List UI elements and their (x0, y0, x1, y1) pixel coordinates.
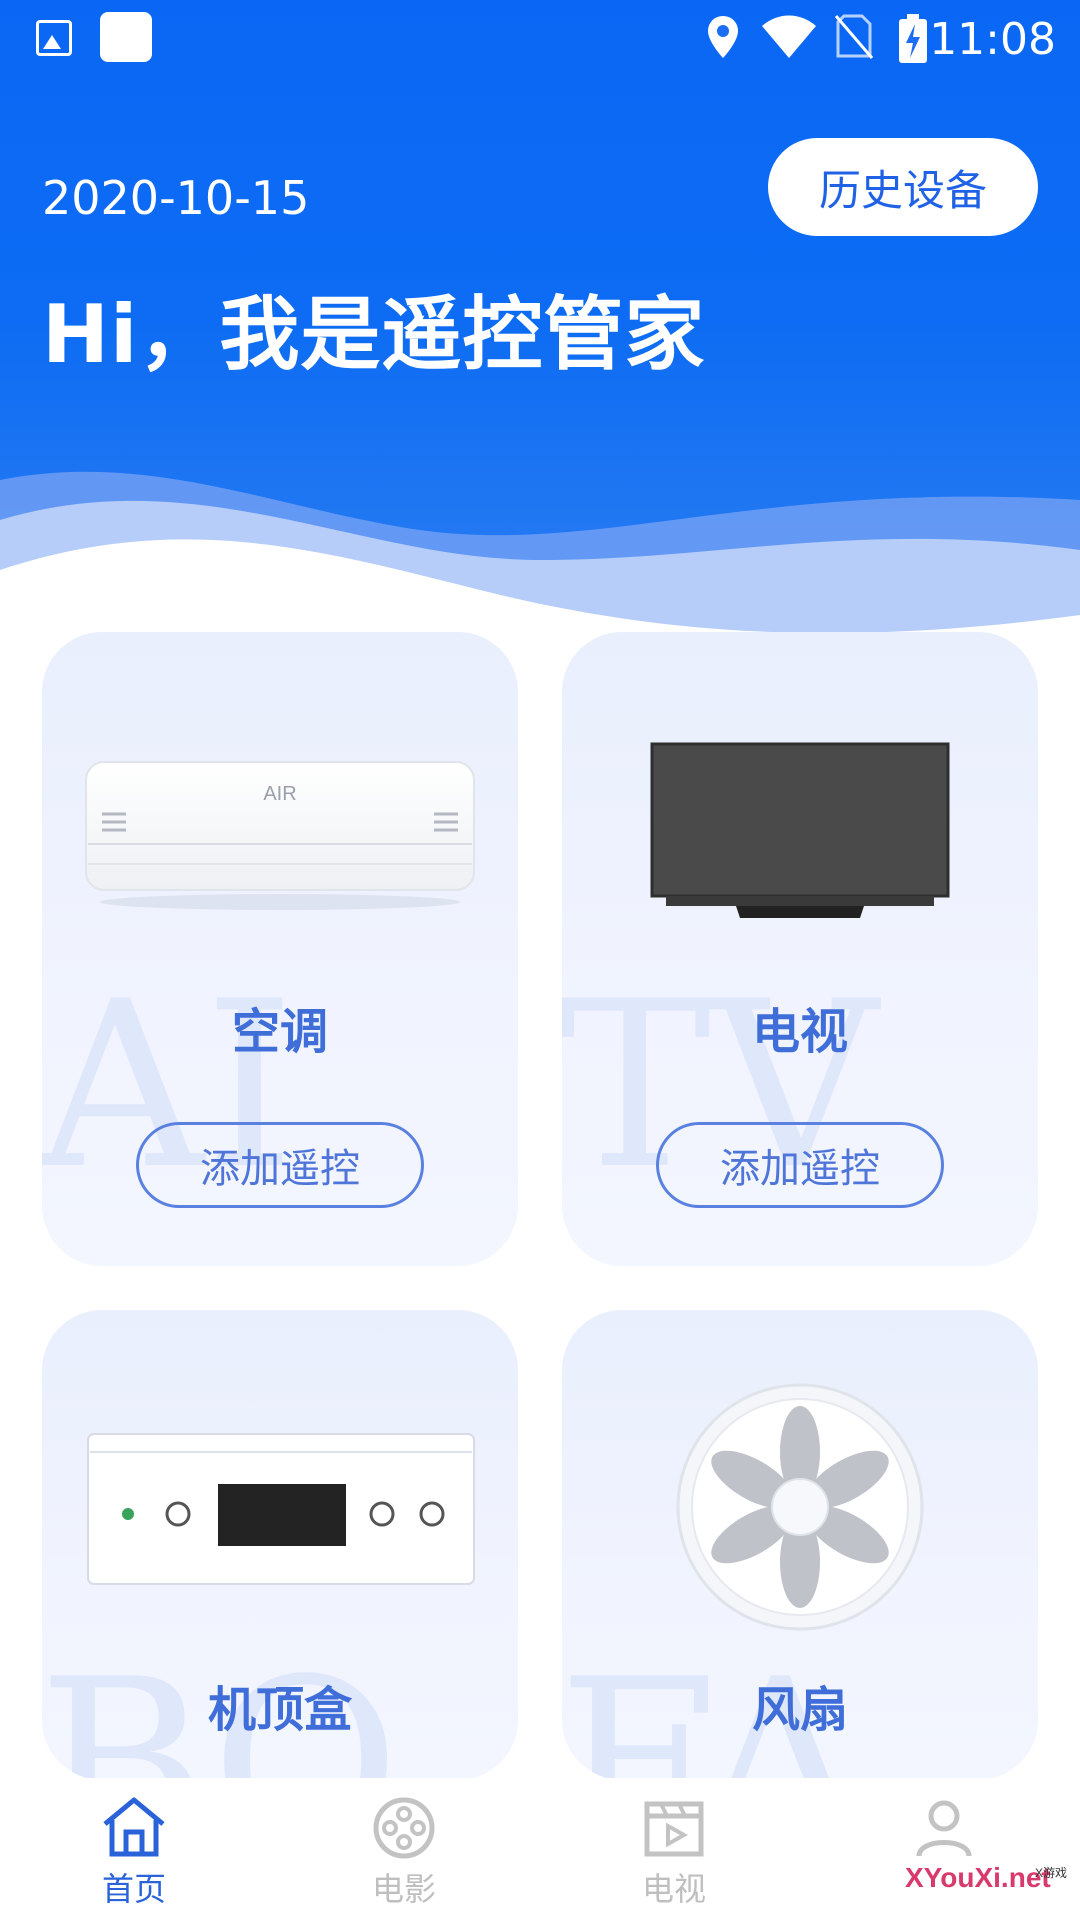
image-icon (36, 20, 72, 56)
history-devices-button[interactable]: 历史设备 (768, 138, 1038, 236)
current-date: 2020-10-15 (42, 171, 310, 225)
tab-home[interactable]: 首页 (44, 1778, 224, 1920)
tab-label: 电影 (371, 1870, 436, 1908)
tab-movies[interactable]: 电影 (314, 1778, 494, 1920)
home-icon (103, 1797, 165, 1857)
user-icon (916, 1800, 972, 1857)
fan-icon (676, 1383, 924, 1631)
device-card-fan[interactable]: FA 风扇 (562, 1310, 1038, 1780)
add-remote-button[interactable]: 添加遥控 (656, 1122, 944, 1208)
set-top-box-icon (87, 1433, 475, 1585)
device-name: 空调 (231, 1004, 328, 1060)
air-label: AIR (263, 783, 296, 805)
device-name: 电视 (751, 1004, 848, 1060)
film-reel-icon (373, 1797, 435, 1859)
wave-decoration (0, 471, 1080, 640)
watermark-small: X游戏 (1035, 1866, 1068, 1880)
battery-charging-icon (899, 14, 927, 63)
air-conditioner-icon: AIR (85, 761, 475, 910)
device-card-tv[interactable]: TV 电视 添加遥控 (562, 632, 1038, 1266)
square-icon (100, 12, 152, 62)
tab-profile[interactable] (854, 1778, 1034, 1920)
greeting-title: Hi，我是遥控管家 (42, 288, 706, 381)
device-name: 风扇 (751, 1682, 848, 1738)
no-sim-icon (834, 14, 874, 59)
watermark: XYouXi.net (905, 1862, 1051, 1893)
status-time: 11:08 (929, 14, 1056, 65)
location-icon (708, 16, 738, 58)
tab-label: 电视 (641, 1870, 706, 1908)
tab-label: 首页 (101, 1870, 166, 1908)
add-remote-button[interactable]: 添加遥控 (136, 1122, 424, 1208)
bottom-tab-bar: 首页 电影 电视 (0, 1778, 1080, 1920)
device-card-set-top-box[interactable]: BO 机顶盒 (42, 1310, 518, 1780)
clapper-video-icon (644, 1801, 704, 1857)
status-bar: 11:08 (0, 0, 1080, 80)
device-card-air-conditioner[interactable]: AI AIR 空调 添加遥控 (42, 632, 518, 1266)
tab-tv[interactable]: 电视 (584, 1778, 764, 1920)
tv-icon (650, 742, 950, 918)
device-name: 机顶盒 (207, 1682, 352, 1738)
header-banner: 11:08 2020-10-15 历史设备 Hi，我是遥控管家 (0, 0, 1080, 640)
wifi-icon (762, 15, 816, 58)
